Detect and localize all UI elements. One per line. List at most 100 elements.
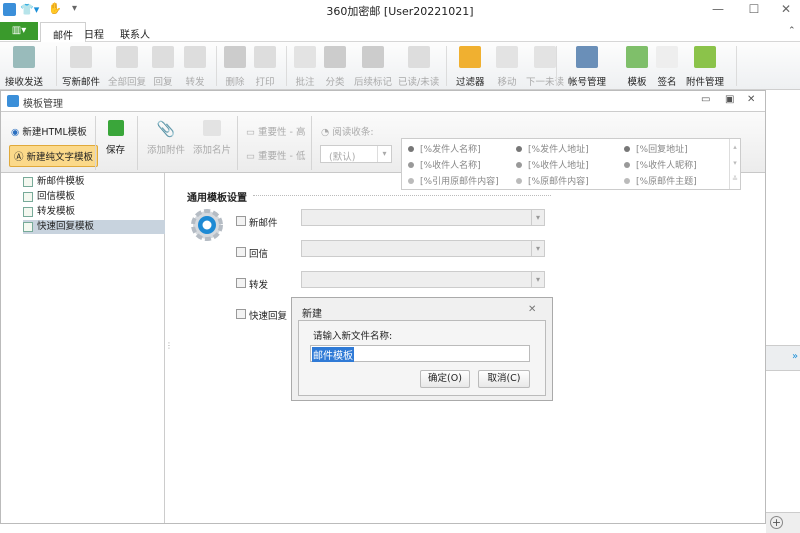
template-select[interactable] xyxy=(301,209,545,226)
minimize-button[interactable]: — xyxy=(708,2,728,16)
ribbon-icon xyxy=(70,46,92,68)
ribbon-button[interactable]: 已读/未读 xyxy=(398,46,439,88)
variable-item[interactable]: [%引用原邮件内容] xyxy=(408,174,499,187)
importance-high-button[interactable]: ▭ 重要性 - 高 xyxy=(246,124,305,138)
bullet-icon xyxy=(516,146,522,152)
template-select[interactable] xyxy=(301,240,545,257)
tab-contacts[interactable]: 联系人 xyxy=(112,24,158,43)
dialog-prompt: 请输入新文件名称: xyxy=(313,331,393,342)
ribbon-button[interactable]: 移动 xyxy=(496,46,518,88)
splitter-handle[interactable]: ⋮ xyxy=(165,341,173,350)
ribbon-button[interactable]: 写新邮件 xyxy=(62,46,100,88)
ribbon-icon xyxy=(224,46,246,68)
variable-label: [%收件人地址] xyxy=(528,161,589,171)
window-minimize-button[interactable]: ▭ xyxy=(701,94,710,105)
checkbox-box xyxy=(236,216,246,226)
ok-button[interactable]: 确定(O) xyxy=(420,370,470,388)
add-icon[interactable]: + xyxy=(770,516,783,529)
cancel-button[interactable]: 取消(C) xyxy=(478,370,530,388)
ribbon-label: 帐号管理 xyxy=(568,77,607,88)
ribbon-button[interactable]: 帐号管理 xyxy=(568,46,606,88)
variable-label: [%发件人地址] xyxy=(528,145,589,155)
save-button[interactable]: 保存 xyxy=(106,120,125,156)
ribbon-button[interactable]: 转发 xyxy=(184,46,206,88)
importance-high-icon: ▭ xyxy=(246,127,258,138)
ribbon-button[interactable]: 后续标记 xyxy=(354,46,392,88)
window-close-button[interactable]: ✕ xyxy=(747,94,755,105)
checkbox-label: 快速回复 xyxy=(249,311,288,322)
ribbon-label: 写新邮件 xyxy=(62,77,101,88)
ribbon-button[interactable]: 过滤器 xyxy=(456,46,485,88)
bullet-icon xyxy=(624,162,630,168)
tree-item[interactable]: 快速回复模板 xyxy=(23,220,165,234)
variable-item[interactable]: [%原邮件内容] xyxy=(516,174,589,187)
ribbon-icon xyxy=(407,46,430,68)
variable-label: [%发件人名称] xyxy=(420,145,481,155)
separator xyxy=(446,46,447,86)
ribbon-button[interactable]: 回复 xyxy=(152,46,174,88)
ribbon-button[interactable]: 全部回复 xyxy=(108,46,146,88)
tree-item[interactable]: 转发模板 xyxy=(23,205,165,219)
variable-item[interactable]: [%收件人名称] xyxy=(408,158,481,171)
ribbon-label: 打印 xyxy=(255,77,275,88)
variable-item[interactable]: [%收件人昵称] xyxy=(624,158,697,171)
template-icon xyxy=(23,207,33,217)
ribbon-icon xyxy=(576,46,598,68)
tree-item-label: 转发模板 xyxy=(37,206,76,217)
ribbon-button[interactable]: 分类 xyxy=(324,46,346,88)
new-text-template-button[interactable]: Ⓐ 新建纯文字模板 xyxy=(9,145,99,167)
bullet-icon xyxy=(408,146,414,152)
ribbon-button[interactable]: 接收发送 xyxy=(5,46,43,88)
paperclip-icon: 📎 xyxy=(156,120,176,138)
ribbon-button[interactable]: 签名 xyxy=(656,46,678,88)
variable-item[interactable]: [%发件人名称] xyxy=(408,142,481,155)
ribbon-icon xyxy=(496,46,518,68)
add-attachment-button[interactable]: 📎 添加附件 xyxy=(147,120,185,156)
template-toolbar: ◉ 新建HTML模板 Ⓐ 新建纯文字模板 保存 📎 添加附件 添加名片 ▭ 重要性… xyxy=(1,111,765,190)
tree-item[interactable]: 回信模板 xyxy=(23,190,165,204)
variable-item[interactable]: [%收件人地址] xyxy=(516,158,589,171)
ribbon-label: 附件管理 xyxy=(686,77,725,88)
ribbon-button[interactable]: 附件管理 xyxy=(686,46,724,88)
new-html-template-button[interactable]: ◉ 新建HTML模板 xyxy=(11,124,87,138)
section-title: 通用模板设置 xyxy=(187,193,247,204)
variables-scrollbar[interactable]: ▴ ▾ ≚ xyxy=(729,139,740,189)
dialog-title: 新建 xyxy=(302,309,322,320)
add-attachment-label: 添加附件 xyxy=(147,145,186,156)
ribbon-label: 已读/未读 xyxy=(398,77,440,88)
expand-chevron-icon[interactable]: » xyxy=(792,351,798,362)
template-icon xyxy=(23,177,33,187)
read-receipt-select[interactable]: (默认) ▾ xyxy=(320,145,392,163)
gear-icon xyxy=(191,209,223,241)
variable-item[interactable]: [%回复地址] xyxy=(624,142,688,155)
template-select[interactable] xyxy=(301,271,545,288)
window-restore-button[interactable]: ▣ xyxy=(725,94,734,105)
checkbox-label: 转发 xyxy=(249,280,269,291)
ribbon-button[interactable]: 模板 xyxy=(626,46,648,88)
variable-label: [%原邮件内容] xyxy=(528,177,589,187)
window-title: 模板管理 xyxy=(23,99,63,110)
ribbon-button[interactable]: 批注 xyxy=(294,46,316,88)
collapse-ribbon-icon[interactable]: ⌃ xyxy=(788,26,796,36)
ribbon-icon xyxy=(152,46,174,68)
ribbon: 接收发送 写新邮件 全部回复 回复 转发 删除 打印 批注 分类 后续标记 已读/未读 过滤器 移动 下一… xyxy=(0,42,800,90)
file-name-input[interactable]: 邮件模板 xyxy=(310,345,530,362)
checkbox-label: 新邮件 xyxy=(249,218,278,229)
importance-low-button[interactable]: ▭ 重要性 - 低 xyxy=(246,148,305,162)
add-card-button[interactable]: 添加名片 xyxy=(193,120,231,156)
ribbon-button[interactable]: 打印 xyxy=(254,46,276,88)
save-label: 保存 xyxy=(106,145,126,156)
ribbon-button[interactable]: 下一未读 xyxy=(526,46,564,88)
variable-item[interactable]: [%原邮件主题] xyxy=(624,174,697,187)
variables-list: [%发件人名称] [%发件人地址] [%回复地址] [%收件人名称] [%收件人地址] [… xyxy=(401,138,741,190)
close-button[interactable]: ✕ xyxy=(776,2,796,16)
dialog-close-button[interactable]: ✕ xyxy=(528,304,536,315)
tree-item[interactable]: 新邮件模板 xyxy=(23,175,165,189)
tab-calendar[interactable]: 日程 xyxy=(76,24,112,43)
file-menu-button[interactable]: ▥▾ xyxy=(0,22,38,40)
ribbon-button[interactable]: 删除 xyxy=(224,46,246,88)
separator xyxy=(137,116,138,170)
ribbon-icon xyxy=(459,46,482,68)
maximize-button[interactable]: ☐ xyxy=(744,2,764,16)
variable-item[interactable]: [%发件人地址] xyxy=(516,142,589,155)
